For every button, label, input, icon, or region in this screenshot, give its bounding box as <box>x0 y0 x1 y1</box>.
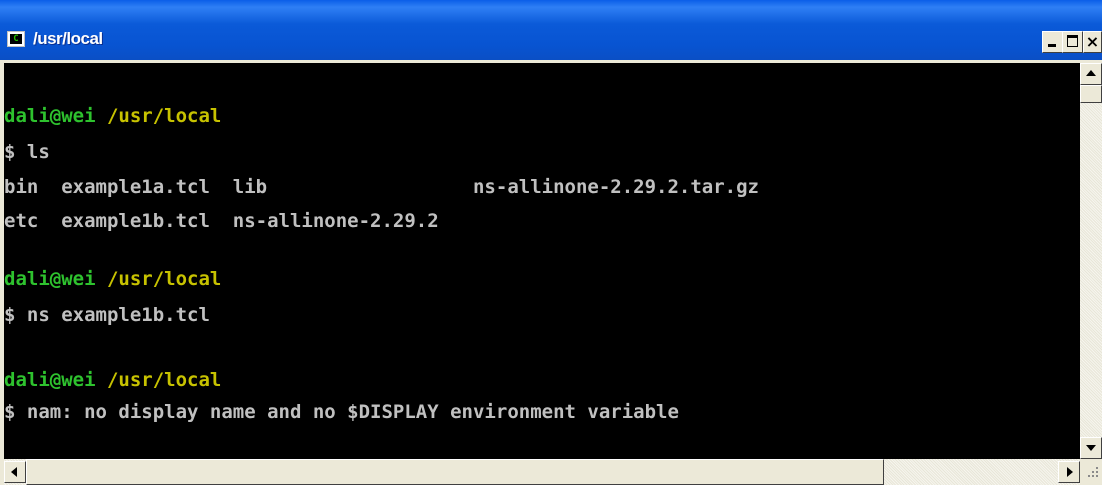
close-button[interactable]: × <box>1083 31 1102 53</box>
vertical-scroll-thumb[interactable] <box>1080 85 1102 103</box>
resize-grip[interactable] <box>1080 459 1102 485</box>
maximize-icon <box>1067 35 1078 47</box>
terminal-line: $ nam: no display name and no $DISPLAY e… <box>4 401 679 423</box>
arrow-right-icon <box>1067 467 1073 477</box>
terminal-app-icon[interactable]: C <box>7 31 25 47</box>
arrow-up-icon <box>1086 70 1096 76</box>
grip-dot <box>1088 475 1090 477</box>
scroll-up-button[interactable] <box>1080 63 1102 85</box>
prompt-user: dali@wei <box>4 268 96 290</box>
scroll-down-button[interactable] <box>1080 437 1102 459</box>
grip-dot <box>1092 471 1094 473</box>
terminal-line: etc example1b.tcl ns-allinone-2.29.2 <box>4 210 439 232</box>
prompt-path: /usr/local <box>106 105 222 127</box>
prompt-path: /usr/local <box>106 268 222 290</box>
horizontal-scroll-thumb[interactable] <box>26 459 884 485</box>
window-title: /usr/local <box>33 29 103 48</box>
arrow-down-icon <box>1086 445 1096 451</box>
grip-dot <box>1096 471 1098 473</box>
vertical-scrollbar[interactable] <box>1080 63 1102 459</box>
terminal-output[interactable]: dali@wei /usr/local $ ls bin example1a.t… <box>4 63 1080 459</box>
grip-dot <box>1096 467 1098 469</box>
arrow-left-icon <box>11 467 17 477</box>
title-bar[interactable]: C /usr/local × <box>0 0 1102 60</box>
grip-dot <box>1092 475 1094 477</box>
prompt-line: dali@wei /usr/local <box>4 369 221 391</box>
minimize-icon <box>1048 44 1056 47</box>
prompt-line: dali@wei /usr/local <box>4 105 221 127</box>
close-icon: × <box>1085 32 1100 51</box>
maximize-button[interactable] <box>1062 31 1083 53</box>
terminal-line: bin example1a.tcl lib ns-allinone-2.29.2… <box>4 176 759 198</box>
terminal-window: C /usr/local × dali@wei /usr/local $ ls … <box>0 0 1102 485</box>
horizontal-scrollbar[interactable] <box>4 459 1080 485</box>
scroll-right-button[interactable] <box>1058 461 1080 483</box>
prompt-user: dali@wei <box>4 369 96 391</box>
grip-dot <box>1096 475 1098 477</box>
prompt-path: /usr/local <box>106 369 222 391</box>
prompt-line: dali@wei /usr/local <box>4 268 221 290</box>
terminal-line: $ ns example1b.tcl <box>4 304 210 326</box>
terminal-icon-glyph: C <box>10 34 22 44</box>
terminal-line: $ ls <box>4 141 50 163</box>
minimize-button[interactable] <box>1042 31 1063 53</box>
prompt-user: dali@wei <box>4 105 96 127</box>
scroll-left-button[interactable] <box>4 461 26 483</box>
